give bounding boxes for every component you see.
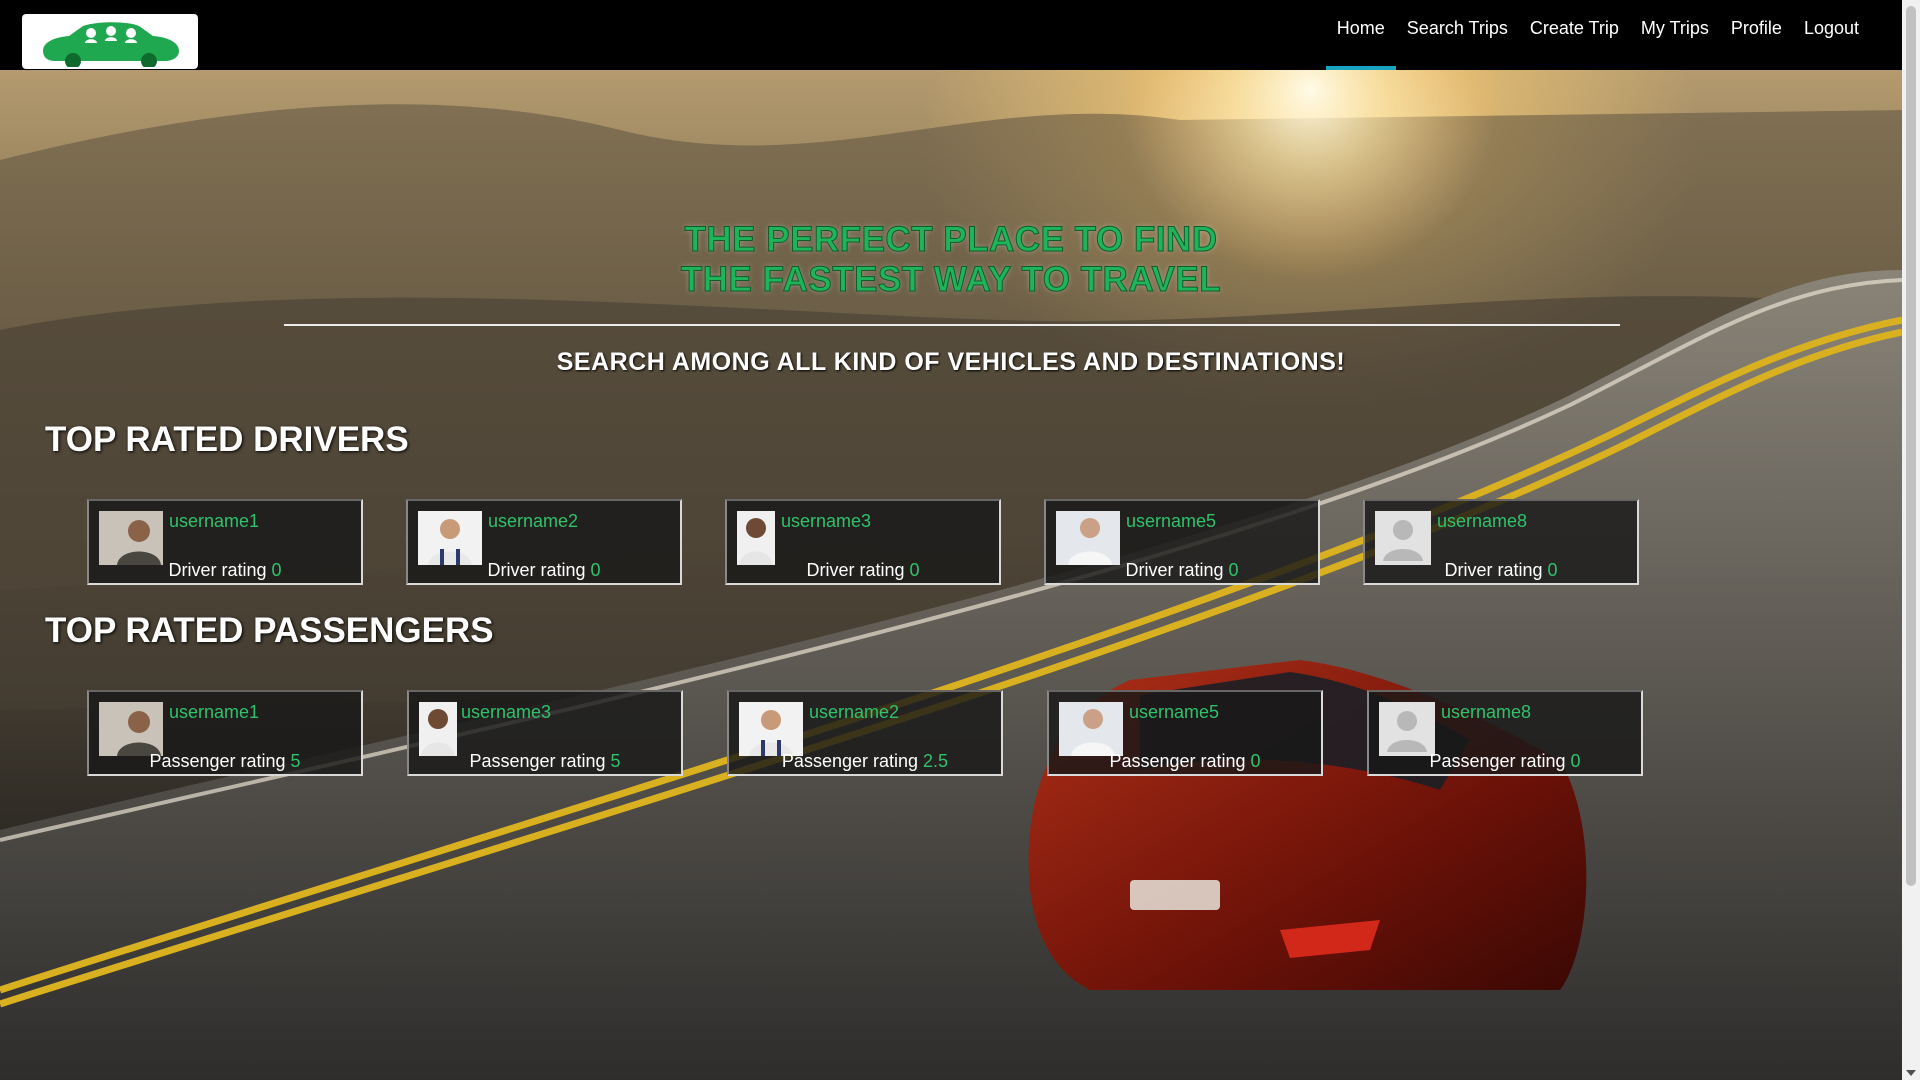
rating-label: Passenger rating bbox=[1109, 751, 1246, 771]
passenger-card[interactable]: username3 Passenger rating 5 bbox=[407, 690, 683, 776]
rating-line: Driver rating 0 bbox=[1365, 560, 1637, 581]
username[interactable]: username5 bbox=[1126, 511, 1216, 532]
hero-title-line1: THE PERFECT PLACE TO FIND bbox=[684, 220, 1218, 260]
hero-divider bbox=[284, 324, 1620, 326]
passengers-section-title: TOP RATED PASSENGERS bbox=[45, 611, 494, 650]
rating-value: 0 bbox=[909, 560, 920, 580]
default-user-icon bbox=[1379, 702, 1435, 756]
rating-label: Passenger rating bbox=[149, 751, 286, 771]
avatar bbox=[418, 511, 482, 565]
avatar bbox=[1056, 511, 1120, 565]
nav-search-trips[interactable]: Search Trips bbox=[1396, 0, 1519, 70]
rating-label: Passenger rating bbox=[1429, 751, 1566, 771]
driver-card[interactable]: username8 Driver rating 0 bbox=[1363, 499, 1639, 585]
rating-line: Passenger rating 5 bbox=[89, 751, 361, 772]
rating-value: 0 bbox=[271, 560, 282, 580]
rating-value: 0 bbox=[1547, 560, 1558, 580]
username[interactable]: username8 bbox=[1441, 702, 1531, 723]
username[interactable]: username1 bbox=[169, 511, 259, 532]
username[interactable]: username2 bbox=[488, 511, 578, 532]
nav-create-trip[interactable]: Create Trip bbox=[1519, 0, 1630, 70]
rating-label: Driver rating bbox=[487, 560, 586, 580]
rating-value: 0 bbox=[590, 560, 601, 580]
driver-card[interactable]: username1 Driver rating 0 bbox=[87, 499, 363, 585]
passenger-card[interactable]: username5 Passenger rating 0 bbox=[1047, 690, 1323, 776]
passenger-card[interactable]: username1 Passenger rating 5 bbox=[87, 690, 363, 776]
rating-value: 0 bbox=[1570, 751, 1581, 771]
rating-value: 0 bbox=[1250, 751, 1261, 771]
rating-label: Driver rating bbox=[168, 560, 267, 580]
avatar bbox=[737, 511, 775, 565]
username[interactable]: username2 bbox=[809, 702, 899, 723]
rating-label: Driver rating bbox=[806, 560, 905, 580]
avatar bbox=[739, 702, 803, 756]
avatar bbox=[1059, 702, 1123, 756]
username[interactable]: username1 bbox=[169, 702, 259, 723]
default-user-icon bbox=[1375, 511, 1431, 565]
hero-title-line2: THE FASTEST WAY TO TRAVEL bbox=[680, 260, 1222, 300]
rating-line: Driver rating 0 bbox=[89, 560, 361, 581]
top-navbar: Home Search Trips Create Trip My Trips P… bbox=[0, 0, 1902, 70]
username[interactable]: username5 bbox=[1129, 702, 1219, 723]
rating-line: Passenger rating 0 bbox=[1369, 751, 1641, 772]
rating-label: Driver rating bbox=[1125, 560, 1224, 580]
drivers-section-title: TOP RATED DRIVERS bbox=[45, 420, 409, 459]
driver-card[interactable]: username5 Driver rating 0 bbox=[1044, 499, 1320, 585]
main-nav: Home Search Trips Create Trip My Trips P… bbox=[1325, 0, 1870, 70]
hero-title: THE PERFECT PLACE TO FIND THE FASTEST WA… bbox=[0, 220, 1902, 300]
rating-label: Passenger rating bbox=[469, 751, 606, 771]
rating-line: Driver rating 0 bbox=[1046, 560, 1318, 581]
rating-value: 0 bbox=[1228, 560, 1239, 580]
hero-subtitle: SEARCH AMONG ALL KIND OF VEHICLES AND DE… bbox=[556, 348, 1346, 376]
rating-line: Passenger rating 2.5 bbox=[729, 751, 1001, 772]
rating-value: 2.5 bbox=[923, 751, 949, 771]
scrollbar-thumb[interactable] bbox=[1906, 6, 1916, 886]
passenger-card[interactable]: username2 Passenger rating 2.5 bbox=[727, 690, 1003, 776]
rating-value: 5 bbox=[610, 751, 621, 771]
rating-line: Passenger rating 0 bbox=[1049, 751, 1321, 772]
nav-my-trips[interactable]: My Trips bbox=[1630, 0, 1720, 70]
avatar bbox=[419, 702, 457, 756]
username[interactable]: username3 bbox=[781, 511, 871, 532]
nav-logout[interactable]: Logout bbox=[1793, 0, 1870, 70]
nav-profile[interactable]: Profile bbox=[1720, 0, 1793, 70]
username[interactable]: username8 bbox=[1437, 511, 1527, 532]
driver-card[interactable]: username2 Driver rating 0 bbox=[406, 499, 682, 585]
car-logo-icon bbox=[43, 21, 179, 67]
passenger-card[interactable]: username8 Passenger rating 0 bbox=[1367, 690, 1643, 776]
avatar bbox=[99, 702, 163, 756]
scroll-down-arrow-icon[interactable] bbox=[1906, 1070, 1916, 1076]
nav-home[interactable]: Home bbox=[1325, 0, 1396, 70]
rating-value: 5 bbox=[290, 751, 301, 771]
rating-line: Driver rating 0 bbox=[727, 560, 999, 581]
avatar bbox=[99, 511, 163, 565]
driver-card[interactable]: username3 Driver rating 0 bbox=[725, 499, 1001, 585]
rating-line: Driver rating 0 bbox=[408, 560, 680, 581]
site-logo[interactable] bbox=[22, 14, 198, 69]
rating-label: Driver rating bbox=[1444, 560, 1543, 580]
rating-label: Passenger rating bbox=[781, 751, 919, 771]
page-scrollbar[interactable] bbox=[1902, 0, 1920, 1080]
username[interactable]: username3 bbox=[461, 702, 551, 723]
rating-line: Passenger rating 5 bbox=[409, 751, 681, 772]
